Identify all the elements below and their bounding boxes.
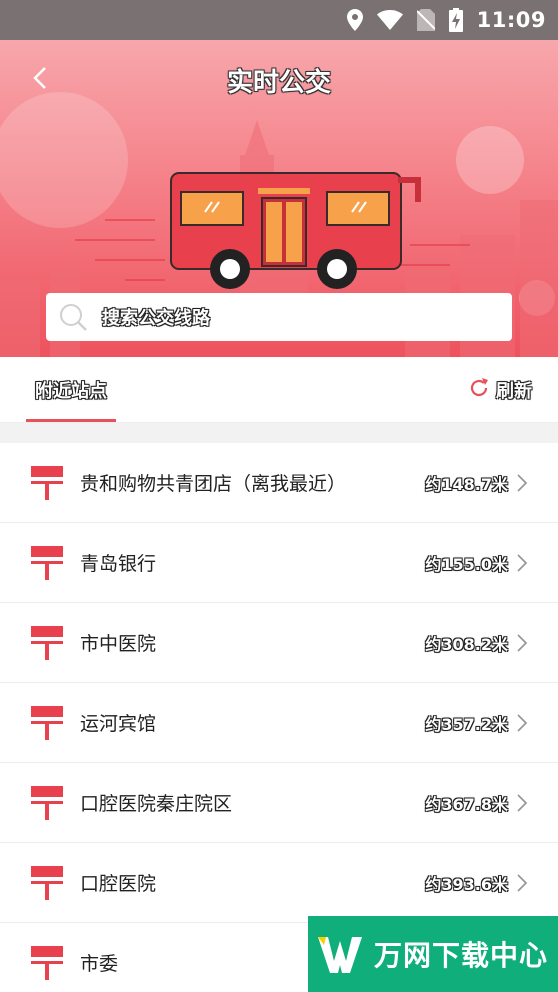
list-item[interactable]: 贵和购物共青团店（离我最近） 约148.7米 <box>0 443 558 523</box>
bus-stop-sign-icon <box>31 866 63 900</box>
no-sim-icon <box>416 9 435 31</box>
list-item[interactable]: 市中医院 约308.2米 <box>0 603 558 683</box>
stop-name: 贵和购物共青团店（离我最近） <box>80 473 347 495</box>
stop-distance: 约155.0米 <box>425 554 508 574</box>
page-title: 实时公交 <box>226 68 331 98</box>
chevron-right-icon <box>517 713 528 732</box>
header-banner: 实时公交 搜索公交线路 <box>0 40 558 357</box>
bus-stop-sign-icon <box>31 706 63 740</box>
section-divider <box>0 423 558 443</box>
status-bar: 11:09 <box>0 0 558 40</box>
status-time: 11:09 <box>476 8 546 32</box>
stop-list: 贵和购物共青团店（离我最近） 约148.7米 青岛银行 约155.0米 市中医院… <box>0 443 558 992</box>
list-item[interactable]: 青岛银行 约155.0米 <box>0 523 558 603</box>
list-item[interactable]: 口腔医院秦庄院区 约367.8米 <box>0 763 558 843</box>
stop-distance: 约393.6米 <box>425 874 508 894</box>
bus-stop-sign-icon <box>31 466 63 500</box>
stop-distance: 约357.2米 <box>425 714 508 734</box>
chevron-right-icon <box>517 793 528 812</box>
list-item[interactable]: 口腔医院 约393.6米 <box>0 843 558 923</box>
watermark-text: 万网下载中心 <box>374 939 549 972</box>
refresh-button[interactable]: 刷新 <box>468 357 532 423</box>
stop-name: 口腔医院 <box>80 873 157 895</box>
tab-indicator <box>26 419 116 422</box>
tab-bar: 附近站点 刷新 <box>0 357 558 423</box>
wifi-icon <box>376 10 403 30</box>
tab-nearby-label: 附近站点 <box>35 381 107 402</box>
stop-name: 市中医院 <box>80 633 157 655</box>
bus-stop-sign-icon <box>31 946 63 980</box>
search-placeholder: 搜索公交线路 <box>102 308 210 329</box>
stop-distance: 约308.2米 <box>425 634 508 654</box>
stop-name: 运河宾馆 <box>80 713 157 735</box>
search-input[interactable]: 搜索公交线路 <box>46 293 512 341</box>
stop-name: 市委 <box>80 953 119 975</box>
stop-name: 青岛银行 <box>80 553 157 575</box>
battery-charging-icon <box>448 8 463 32</box>
stop-distance: 约148.7米 <box>425 474 508 494</box>
chevron-right-icon <box>517 473 528 492</box>
bus-stop-sign-icon <box>31 626 63 660</box>
chevron-right-icon <box>517 553 528 572</box>
tab-nearby-stops[interactable]: 附近站点 <box>26 357 116 423</box>
watermark-logo: 万网下载中心 <box>308 916 558 992</box>
refresh-icon <box>468 377 490 403</box>
search-icon <box>58 302 88 332</box>
list-item[interactable]: 运河宾馆 约357.2米 <box>0 683 558 763</box>
stop-distance: 约367.8米 <box>425 794 508 814</box>
stop-name: 口腔医院秦庄院区 <box>80 793 233 815</box>
location-icon <box>346 9 363 31</box>
chevron-right-icon <box>517 873 528 892</box>
refresh-label: 刷新 <box>496 381 532 402</box>
chevron-right-icon <box>517 633 528 652</box>
watermark-w-icon <box>318 937 362 973</box>
bus-stop-sign-icon <box>31 546 63 580</box>
bus-stop-sign-icon <box>31 786 63 820</box>
